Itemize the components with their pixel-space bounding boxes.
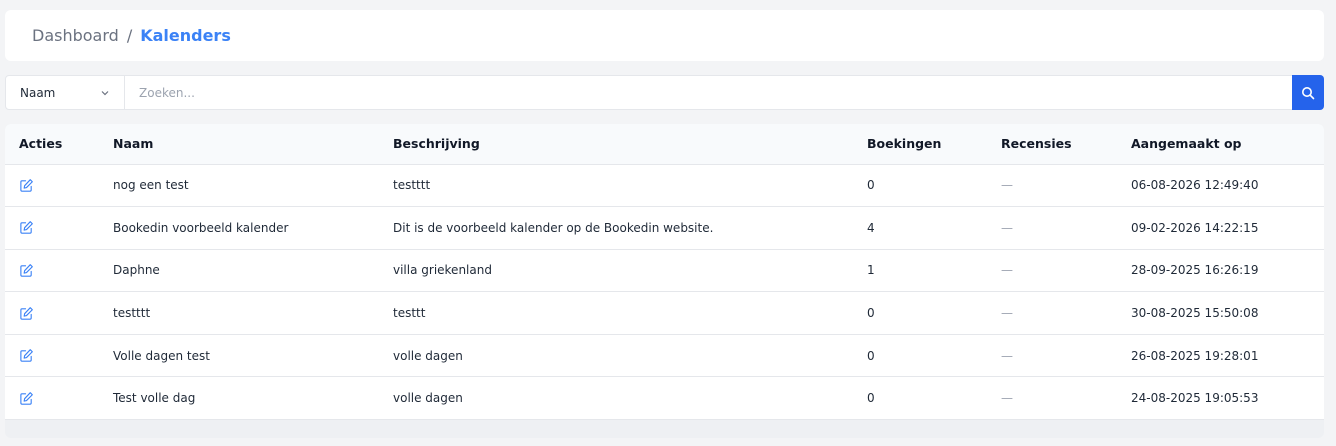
reviews-cell: — bbox=[1001, 391, 1013, 406]
bookings-cell: 0 bbox=[867, 391, 875, 406]
search-icon bbox=[1302, 86, 1315, 99]
created-cell: 24-08-2025 19:05:53 bbox=[1131, 391, 1259, 406]
description-cell: Dit is de voorbeeld kalender op de Booke… bbox=[393, 220, 714, 235]
table-row[interactable]: Test volle dag volle dagen 0 — 24-08-202… bbox=[5, 376, 1324, 420]
header-created[interactable]: Aangemaakt op bbox=[1117, 124, 1324, 165]
calendars-table: Acties Naam Beschrijving Boekingen Recen… bbox=[5, 124, 1324, 420]
table-row[interactable]: Daphne villa griekenland 1 — 28-09-2025 … bbox=[5, 249, 1324, 292]
bookings-cell: 1 bbox=[867, 263, 875, 278]
header-bookings[interactable]: Boekingen bbox=[853, 124, 987, 165]
actions-cell bbox=[5, 334, 99, 377]
header-reviews[interactable]: Recensies bbox=[987, 124, 1117, 165]
chevron-down-icon bbox=[101, 90, 109, 95]
edit-icon[interactable] bbox=[19, 348, 34, 363]
created-cell: 28-09-2025 16:26:19 bbox=[1131, 263, 1259, 278]
description-cell: volle dagen bbox=[393, 348, 463, 363]
name-cell: nog een test bbox=[113, 178, 189, 193]
created-cell: 30-08-2025 15:50:08 bbox=[1131, 306, 1259, 321]
created-cell: 06-08-2026 12:49:40 bbox=[1131, 178, 1259, 193]
bookings-cell: 4 bbox=[867, 220, 875, 235]
search-input[interactable] bbox=[125, 76, 1292, 109]
bookings-cell: 0 bbox=[867, 306, 875, 321]
breadcrumb-dashboard-link[interactable]: Dashboard bbox=[32, 26, 119, 45]
name-cell: Volle dagen test bbox=[113, 348, 210, 363]
actions-cell bbox=[5, 207, 99, 250]
bookings-cell: 0 bbox=[867, 178, 875, 193]
bookings-cell: 0 bbox=[867, 348, 875, 363]
actions-cell bbox=[5, 377, 99, 420]
breadcrumb: Dashboard / Kalenders bbox=[5, 10, 1324, 61]
description-cell: volle dagen bbox=[393, 391, 463, 406]
table-row[interactable]: nog een test testttt 0 — 06-08-2026 12:4… bbox=[5, 164, 1324, 207]
reviews-cell: — bbox=[1001, 220, 1013, 235]
actions-cell bbox=[5, 164, 99, 207]
search-bar: Naam bbox=[5, 75, 1324, 110]
reviews-cell: — bbox=[1001, 263, 1013, 278]
edit-icon[interactable] bbox=[19, 220, 34, 235]
breadcrumb-separator: / bbox=[126, 26, 133, 45]
search-filter-value: Naam bbox=[20, 85, 56, 100]
reviews-cell: — bbox=[1001, 306, 1013, 321]
search-button[interactable] bbox=[1292, 75, 1324, 110]
description-cell: villa griekenland bbox=[393, 263, 492, 278]
edit-icon[interactable] bbox=[19, 306, 34, 321]
reviews-cell: — bbox=[1001, 348, 1013, 363]
name-cell: Bookedin voorbeeld kalender bbox=[113, 220, 289, 235]
created-cell: 09-02-2026 14:22:15 bbox=[1131, 220, 1259, 235]
description-cell: testttt bbox=[393, 178, 431, 193]
table-row[interactable]: Bookedin voorbeeld kalender Dit is de vo… bbox=[5, 206, 1324, 250]
breadcrumb-current: Kalenders bbox=[140, 26, 231, 45]
edit-icon[interactable] bbox=[19, 178, 34, 193]
search-filter-select[interactable]: Naam bbox=[6, 76, 125, 109]
edit-icon[interactable] bbox=[19, 263, 34, 278]
actions-cell bbox=[5, 292, 99, 335]
reviews-cell: — bbox=[1001, 178, 1013, 193]
name-cell: Test volle dag bbox=[113, 391, 196, 406]
table-row[interactable]: Volle dagen test volle dagen 0 — 26-08-2… bbox=[5, 334, 1324, 377]
header-actions: Acties bbox=[5, 124, 99, 165]
created-cell: 26-08-2025 19:28:01 bbox=[1131, 348, 1259, 363]
calendars-table-card: Acties Naam Beschrijving Boekingen Recen… bbox=[5, 124, 1324, 438]
name-cell: Daphne bbox=[113, 263, 160, 278]
table-row[interactable]: testttt testtt 0 — 30-08-2025 15:50:08 bbox=[5, 291, 1324, 335]
header-name[interactable]: Naam bbox=[99, 124, 379, 165]
edit-icon[interactable] bbox=[19, 391, 34, 406]
actions-cell bbox=[5, 249, 99, 292]
name-cell: testttt bbox=[113, 306, 151, 321]
description-cell: testtt bbox=[393, 306, 426, 321]
header-description[interactable]: Beschrijving bbox=[379, 124, 853, 165]
table-header-row: Acties Naam Beschrijving Boekingen Recen… bbox=[5, 124, 1324, 165]
